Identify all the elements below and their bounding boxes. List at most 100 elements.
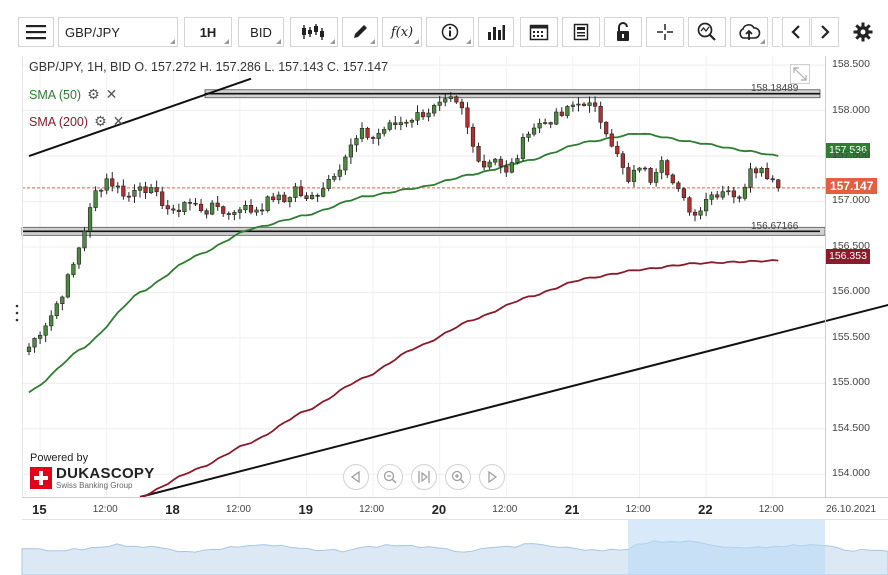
candle-body: [271, 196, 276, 201]
pan-left-button[interactable]: [343, 464, 369, 490]
candle-body: [548, 122, 553, 125]
candle-body: [504, 165, 509, 173]
zoom-in-icon: [451, 470, 465, 484]
sma50-close-icon[interactable]: ✕: [106, 86, 118, 103]
time-tick-label: 20: [431, 502, 447, 517]
sma200-close-icon[interactable]: ✕: [113, 113, 125, 130]
pan-right-button[interactable]: [479, 464, 505, 490]
time-tick-label: 19: [298, 502, 313, 517]
time-tick-label: 21: [564, 502, 580, 517]
candle-body: [87, 207, 93, 232]
candle-body: [332, 176, 337, 180]
candlesticks: [26, 92, 781, 356]
navigator[interactable]: [22, 519, 888, 575]
candle-body: [581, 103, 587, 106]
candle-body: [337, 169, 342, 177]
candle-body: [398, 122, 403, 126]
candle-body: [493, 158, 498, 163]
candle-body: [715, 194, 720, 198]
last-price-tag: 157.147: [826, 178, 878, 194]
candle-body: [448, 96, 453, 99]
zoom-out-button[interactable]: [377, 464, 403, 490]
candle-body: [393, 122, 398, 126]
candle-body: [315, 194, 320, 197]
candle-body: [726, 190, 731, 193]
candle-body: [326, 178, 331, 189]
candle-body: [309, 194, 315, 199]
trendlines[interactable]: [28, 77, 888, 498]
price-tick-label: 158.500: [832, 58, 870, 71]
fit-icon: [418, 471, 430, 483]
candle-body: [520, 137, 526, 159]
sma50-legend: SMA (50) ⚙ ✕: [29, 86, 117, 103]
zoom-in-button[interactable]: [445, 464, 471, 490]
candle-body: [759, 168, 764, 174]
candle-body: [515, 158, 520, 163]
left-resize-handle[interactable]: [15, 303, 19, 323]
sma50-settings-icon[interactable]: ⚙: [87, 86, 100, 103]
candle-body: [570, 104, 575, 107]
price-tick-label: 156.000: [832, 285, 870, 298]
reset-zoom-button[interactable]: [411, 464, 437, 490]
candle-body: [665, 160, 670, 176]
candle-body: [703, 199, 709, 212]
price-tick-label: 158.000: [832, 103, 870, 116]
candle-body: [648, 168, 653, 183]
candle-body: [437, 101, 442, 106]
sma200-line: [139, 259, 779, 498]
candle-body: [592, 102, 598, 107]
candle-body: [509, 162, 514, 173]
candle-body: [49, 315, 54, 327]
brand-subtitle: Swiss Banking Group: [56, 481, 133, 490]
price-tick-label: 154.000: [832, 467, 870, 480]
candle-body: [387, 122, 392, 130]
candle-body: [259, 209, 265, 212]
candle-body: [304, 195, 309, 199]
candle-body: [709, 194, 714, 200]
candle-body: [498, 158, 503, 167]
time-tick-label: 15: [32, 502, 47, 517]
candle-body: [99, 189, 104, 192]
candle-body: [432, 105, 437, 114]
candle-body: [615, 145, 620, 155]
candle-body: [454, 96, 459, 103]
grid: [22, 56, 825, 497]
candle-body: [487, 161, 492, 168]
candle-body: [232, 212, 237, 215]
sma200-legend: SMA (200) ⚙ ✕: [29, 113, 124, 130]
candle-body: [598, 105, 603, 123]
candle-body: [154, 187, 159, 193]
candle-body: [587, 102, 592, 106]
candle-body: [470, 126, 476, 147]
candle-body: [720, 191, 725, 198]
candle-body: [559, 111, 564, 116]
candle-body: [526, 133, 531, 138]
candle-body: [776, 179, 781, 189]
candle-body: [742, 186, 748, 199]
candle-body: [198, 203, 204, 211]
candle-body: [93, 190, 98, 208]
price-tick-label: 157.500: [832, 149, 870, 162]
candle-body: [43, 325, 48, 336]
candle-body: [221, 206, 226, 214]
sma200-settings-icon[interactable]: ⚙: [94, 113, 107, 130]
candle-body: [82, 230, 87, 249]
candle-body: [182, 202, 187, 212]
candle-body: [193, 202, 198, 205]
candle-body: [626, 167, 631, 182]
candle-body: [54, 303, 59, 317]
fullscreen-button[interactable]: [790, 64, 810, 84]
candle-body: [321, 188, 326, 197]
candle-body: [753, 168, 759, 174]
sma200-label: SMA (200): [29, 114, 89, 129]
candle-body: [676, 182, 681, 190]
support-line-label: 156.67166: [751, 221, 799, 232]
candle-body: [420, 112, 426, 118]
dukascopy-logo[interactable]: DUKASCOPY Swiss Banking Group: [30, 466, 155, 490]
expand-icon: [793, 67, 807, 81]
candle-body: [731, 190, 736, 198]
candle-body: [210, 202, 215, 215]
candle-body: [187, 202, 193, 204]
sma50-label: SMA (50): [29, 87, 82, 102]
candle-body: [543, 122, 548, 124]
